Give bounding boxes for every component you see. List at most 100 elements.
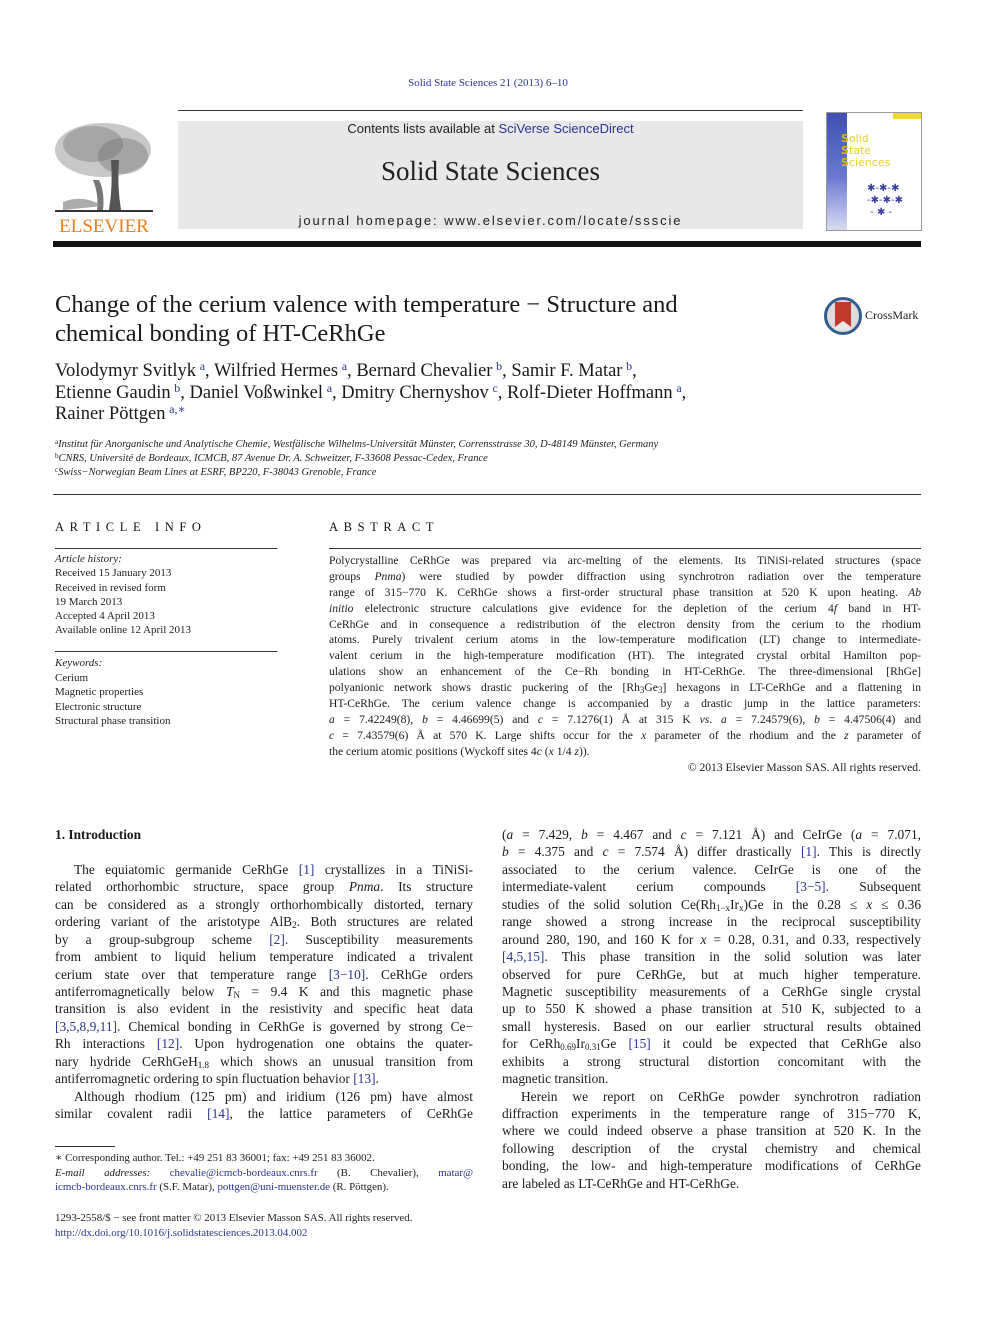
reference-link[interactable]: [14] <box>207 1106 229 1121</box>
keyword-item: Electronic structure <box>55 700 142 713</box>
abstract-line: Polycrystalline CeRhGe was prepared via … <box>329 554 921 567</box>
cover-molecule-graphic-icon: ✱-✱-✱ -✱-✱-✱ - ✱ - <box>867 183 903 218</box>
email-link[interactable]: icmcb-bordeaux.cnrs.fr <box>55 1181 157 1193</box>
email-link[interactable]: pottgen@uni-muenster.de <box>217 1181 330 1193</box>
article-title: Change of the cerium valence with temper… <box>55 290 795 348</box>
sciencedirect-link[interactable]: SciVerse ScienceDirect <box>498 121 633 136</box>
subscript: 0.31 <box>584 1042 601 1053</box>
author-name[interactable]: Daniel Voßwinkel <box>190 383 327 403</box>
crossmark-label: CrossMark <box>865 308 919 322</box>
affiliation-marker[interactable]: a,∗ <box>169 402 185 416</box>
front-matter: 1293-2558/$ − see front matter © 2013 El… <box>55 1211 473 1240</box>
email-link[interactable]: chevalie@icmcb-bordeaux.cnrs.fr <box>170 1167 318 1179</box>
body-text-line: [4,5,15]. This phase transition in the s… <box>502 949 921 965</box>
elsevier-wordmark: ELSEVIER <box>59 216 149 237</box>
body-text-line: (a = 7.429, b = 4.467 and c = 7.121 Å) a… <box>502 827 921 842</box>
affiliation-a: aInstitut für Anorganische und Analytisc… <box>55 438 659 451</box>
affiliation-marker[interactable]: b <box>496 359 502 373</box>
reference-link[interactable]: [1] <box>299 862 315 877</box>
journal-homepage-link[interactable]: journal homepage: www.elsevier.com/locat… <box>178 213 803 228</box>
author-name[interactable]: Etienne Gaudin <box>55 383 174 403</box>
abstract-line: atoms. Purely trivalent cerium atoms in … <box>329 633 921 647</box>
affiliation-marker[interactable]: c <box>492 381 497 395</box>
masthead-top-rule <box>178 110 803 111</box>
crossmark-button[interactable]: CrossMark <box>824 296 934 336</box>
body-text-line: range showed a strong increase in the re… <box>502 914 921 930</box>
front-matter-text: 1293-2558/$ − see front matter © 2013 El… <box>55 1212 413 1224</box>
body-text-line: Magnetic susceptibility measurements of … <box>502 983 921 999</box>
author-name[interactable]: Samir F. Matar <box>511 361 626 381</box>
copyright-notice: © 2013 Elsevier Masson SAS. All rights r… <box>687 760 921 774</box>
affiliation-marker[interactable]: b <box>626 359 632 373</box>
affiliation-key: a <box>55 438 59 446</box>
body-text-line: where we could indeed observe a phase tr… <box>502 1123 921 1139</box>
reference-link[interactable]: [3−10] <box>329 967 366 982</box>
history-item: 19 March 2013 <box>55 595 123 608</box>
article-info-heading: ARTICLE INFO <box>55 520 207 534</box>
subscript: 1−x <box>715 902 731 913</box>
author-name[interactable]: Volodymyr Svitlyk <box>55 361 200 381</box>
body-text-line: can be considered as a strongly orthorho… <box>55 896 473 912</box>
reference-link[interactable]: [13] <box>353 1071 375 1086</box>
elsevier-logo[interactable]: ELSEVIER <box>53 120 155 237</box>
masthead-bottom-rule <box>53 241 921 247</box>
journal-cover-thumbnail[interactable]: Solid State Sciences ✱-✱-✱ -✱-✱-✱ - ✱ - <box>826 112 922 231</box>
history-item: Received 15 January 2013 <box>55 567 172 580</box>
body-text-line: [3,5,8,9,11]. Chemical bonding in CeRhGe… <box>55 1018 473 1034</box>
abstract-heading: ABSTRACT <box>329 520 440 534</box>
abstract-line: the cerium atomic positions (Wyckoff sit… <box>329 744 590 758</box>
affiliation-marker[interactable]: a <box>200 359 205 373</box>
subscript: 2 <box>292 920 297 931</box>
abstract-line: CeRhGe and in consequence a redistributi… <box>329 617 921 631</box>
history-item: Received in revised form <box>55 581 166 594</box>
journal-citation-link[interactable]: Solid State Sciences 21 (2013) 6–10 <box>0 77 976 89</box>
footnote-rule <box>55 1146 115 1147</box>
abstract-line: c = 7.43579(6) Å at 570 K. Large shifts … <box>329 728 922 742</box>
italic-text: initio <box>329 601 354 615</box>
keywords-label: Keywords: <box>55 657 103 669</box>
affiliation-marker[interactable]: a <box>327 381 332 395</box>
reference-link[interactable]: [3−5] <box>796 879 826 894</box>
footnote-line: icmcb-bordeaux.cnrs.fr (S.F. Matar), pot… <box>55 1181 389 1193</box>
body-text-line: diffraction experiments in the temperatu… <box>502 1106 921 1121</box>
abstract-body: Polycrystalline CeRhGe was prepared via … <box>329 553 921 775</box>
reference-link[interactable]: [2] <box>269 932 285 947</box>
footnote-line: ∗ Corresponding author. Tel.: +49 251 83… <box>55 1152 375 1164</box>
intro-paragraphs-left: The equiatomic germanide CeRhGe [1] crys… <box>55 861 473 1123</box>
body-text-line: small hysteresis. Based on our earlier s… <box>502 1018 921 1034</box>
keywords-rule <box>55 651 277 652</box>
author-name[interactable]: Wilfried Hermes <box>214 361 342 381</box>
email-link[interactable]: matar@ <box>438 1167 473 1179</box>
doi-link[interactable]: http://dx.doi.org/10.1016/j.solidstatesc… <box>55 1226 473 1241</box>
affiliation-marker[interactable]: b <box>174 381 180 395</box>
reference-link[interactable]: [12] <box>157 1036 179 1051</box>
author-name[interactable]: Dmitry Chernyshov <box>341 383 492 403</box>
contents-available-line: Contents lists available at SciVerse Sci… <box>178 121 803 136</box>
subscript: 1.8 <box>197 1059 210 1070</box>
body-column-right: (a = 7.429, b = 4.467 and c = 7.121 Å) a… <box>502 826 921 1192</box>
affiliation-b: bCNRS, Université de Bordeaux, ICMCB, 87… <box>55 452 488 465</box>
article-history: Article history: Received 15 January 201… <box>55 552 285 638</box>
section-heading-introduction: 1. Introduction <box>55 827 142 842</box>
italic-text: x <box>641 728 647 742</box>
body-text-line: around 280, 190, and 160 K for x = 0.28,… <box>502 931 921 947</box>
italic-text: a <box>721 712 727 726</box>
abstract-line: HT-CeRhGe. The cerium valence change is … <box>329 697 921 711</box>
reference-link[interactable]: [1] <box>801 844 817 859</box>
author-name[interactable]: Rolf-Dieter Hoffmann <box>507 383 676 403</box>
reference-link[interactable]: [4,5,15] <box>502 949 544 964</box>
reference-link[interactable]: [3,5,8,9,11] <box>55 1019 117 1034</box>
author-list: Volodymyr Svitlyk a, Wilfried Hermes a, … <box>55 359 687 424</box>
italic-text: T <box>226 983 234 999</box>
title-line-2: chemical bonding of HT-CeRhGe <box>55 320 386 347</box>
italic-text: Pnma <box>348 879 381 895</box>
affiliation-marker[interactable]: a <box>342 359 347 373</box>
body-text-line: ordering variant of the aristotype AlB2.… <box>55 914 473 931</box>
reference-link[interactable]: [15] <box>628 1036 650 1051</box>
keyword-item: Cerium <box>55 671 88 684</box>
author-name[interactable]: Bernard Chevalier <box>356 361 496 381</box>
italic-text: c <box>537 712 543 726</box>
affiliation-marker[interactable]: a <box>676 381 681 395</box>
author-name[interactable]: Rainer Pöttgen <box>55 404 169 424</box>
